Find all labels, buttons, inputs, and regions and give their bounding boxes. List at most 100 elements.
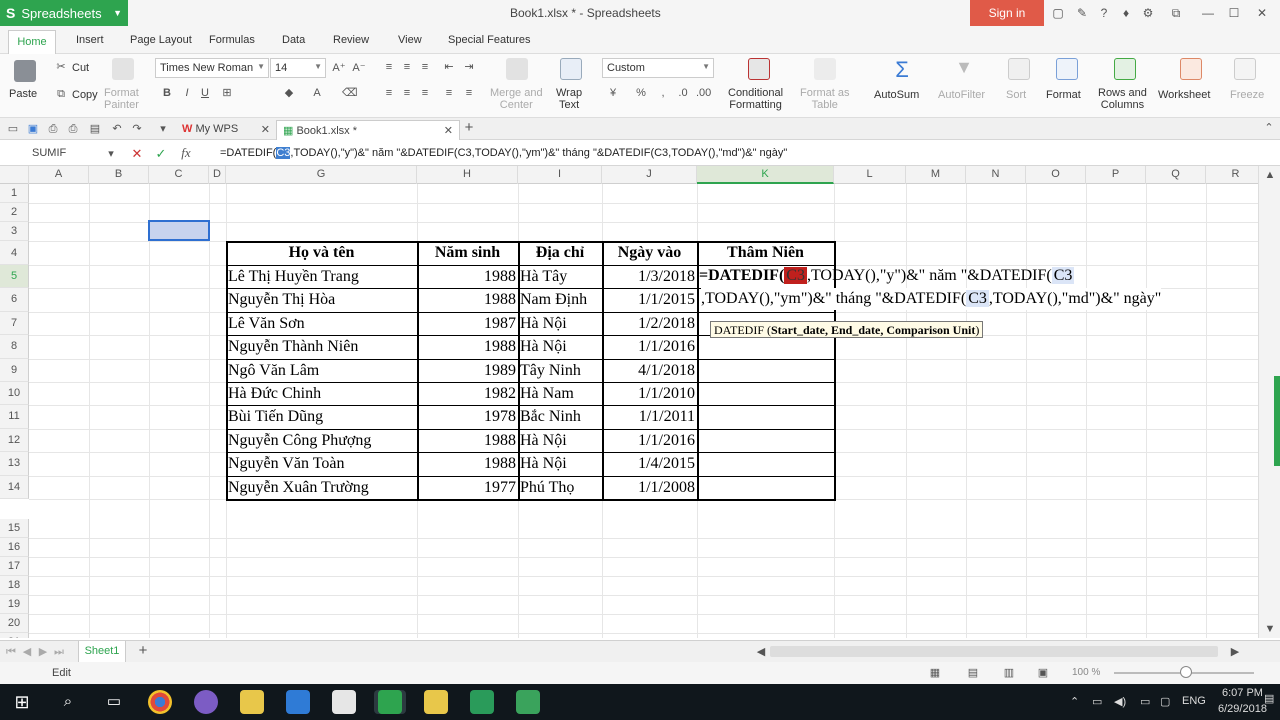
table-cell-empty[interactable] bbox=[697, 476, 834, 499]
row-header[interactable]: 12 bbox=[0, 428, 29, 453]
table-cell-empty[interactable] bbox=[697, 359, 834, 382]
export-icon[interactable]: ▤ bbox=[88, 122, 102, 136]
italic-icon[interactable]: I bbox=[180, 86, 194, 100]
cell-edit-line-2[interactable]: ,TODAY(),"ym")&" tháng "&DATEDIF(C3 ,TODA… bbox=[701, 288, 1162, 310]
last-sheet-icon[interactable]: ⏭ bbox=[52, 645, 66, 659]
row-header[interactable]: 18 bbox=[0, 576, 29, 595]
table-cell[interactable]: Nam Định bbox=[520, 288, 602, 311]
row-header[interactable]: 14 bbox=[0, 475, 29, 499]
table-cell[interactable]: 1/1/2010 bbox=[602, 382, 697, 405]
row-header[interactable]: 21 bbox=[0, 633, 29, 638]
column-header[interactable]: D bbox=[209, 166, 226, 184]
language-indicator[interactable]: ENG bbox=[1182, 695, 1206, 707]
table-cell[interactable]: Hà Nội bbox=[520, 429, 602, 452]
chevron-down-icon[interactable]: ▾ bbox=[104, 147, 118, 161]
table-cell[interactable]: 1/1/2008 bbox=[602, 476, 697, 499]
tshirt-icon[interactable]: ♦ bbox=[1118, 5, 1134, 21]
underline-icon[interactable]: U bbox=[198, 86, 212, 100]
table-cell[interactable]: 1/1/2016 bbox=[602, 335, 697, 358]
save-icon[interactable]: ▣ bbox=[26, 122, 40, 136]
column-header-selected[interactable]: K bbox=[697, 166, 834, 184]
table-cell[interactable]: Lê Thị Huyền Trang bbox=[228, 265, 417, 288]
format-as-table-button[interactable]: Format as Table bbox=[800, 87, 850, 111]
reading-view-icon[interactable]: ▣ bbox=[1036, 666, 1050, 680]
first-sheet-icon[interactable]: ⏮ bbox=[4, 645, 18, 659]
table-header-cell[interactable]: Ngày vào bbox=[602, 241, 697, 265]
minimize-icon[interactable]: — bbox=[1200, 5, 1216, 21]
tab-book1[interactable]: ▦ Book1.xlsx * ✕ bbox=[276, 120, 460, 140]
table-cell-empty[interactable] bbox=[697, 452, 834, 475]
scroll-right-icon[interactable]: ▶ bbox=[1228, 645, 1242, 659]
column-header[interactable]: I bbox=[518, 166, 602, 184]
increase-font-icon[interactable]: A⁺ bbox=[332, 61, 346, 75]
formula-input[interactable]: =DATEDIF(C3,TODAY(),"y")&" năm "&DATEDIF… bbox=[220, 147, 787, 159]
insert-function-icon[interactable]: fx bbox=[176, 146, 196, 160]
name-box[interactable]: SUMIF bbox=[4, 144, 120, 164]
align-top-icon[interactable]: ≡ bbox=[382, 60, 396, 74]
column-header[interactable]: G bbox=[226, 166, 417, 184]
scroll-down-icon[interactable]: ▼ bbox=[1263, 622, 1277, 636]
table-cell[interactable]: 1/1/2011 bbox=[602, 405, 697, 428]
row-header[interactable]: 5 bbox=[0, 265, 29, 289]
table-cell[interactable]: Nguyễn Công Phượng bbox=[228, 429, 417, 452]
chevron-up-icon[interactable]: ⌃ bbox=[1262, 121, 1276, 135]
row-header[interactable]: 3 bbox=[0, 222, 29, 241]
clear-format-icon[interactable]: ⌫ bbox=[342, 86, 358, 100]
table-cell[interactable]: 1/3/2018 bbox=[602, 265, 697, 288]
row-header[interactable]: 9 bbox=[0, 358, 29, 382]
help-icon[interactable]: ? bbox=[1096, 5, 1112, 21]
column-header[interactable]: R bbox=[1206, 166, 1258, 184]
table-cell[interactable]: 1/1/2015 bbox=[602, 288, 697, 311]
zoom-slider-handle[interactable] bbox=[1180, 666, 1192, 678]
row-header[interactable]: 4 bbox=[0, 241, 29, 265]
table-cell[interactable]: Hà Nội bbox=[520, 335, 602, 358]
thousands-icon[interactable]: , bbox=[656, 86, 670, 100]
table-cell[interactable]: Lê Văn Sơn bbox=[228, 312, 417, 335]
app-menu-button[interactable]: S Spreadsheets ▼ bbox=[0, 0, 128, 26]
table-cell[interactable]: 1988 bbox=[417, 452, 518, 475]
column-header[interactable]: J bbox=[602, 166, 697, 184]
tab-view[interactable]: View bbox=[398, 34, 422, 46]
table-cell[interactable]: Nguyễn Xuân Trường bbox=[228, 476, 417, 499]
network-icon[interactable]: ▭ bbox=[1092, 695, 1102, 708]
column-header[interactable]: C bbox=[149, 166, 209, 184]
page-break-view-icon[interactable]: ▥ bbox=[1002, 666, 1016, 680]
table-cell[interactable]: 1978 bbox=[417, 405, 518, 428]
table-cell[interactable]: Bùi Tiến Dũng bbox=[228, 405, 417, 428]
align-middle-icon[interactable]: ≡ bbox=[400, 60, 414, 74]
row-header[interactable]: 13 bbox=[0, 452, 29, 476]
table-cell[interactable]: 1/2/2018 bbox=[602, 312, 697, 335]
table-cell[interactable]: 1982 bbox=[417, 382, 518, 405]
maximize-icon[interactable]: ☐ bbox=[1226, 5, 1242, 21]
print-preview-icon[interactable]: ⎙ bbox=[46, 122, 60, 136]
viber-icon[interactable] bbox=[194, 690, 218, 714]
row-header[interactable]: 8 bbox=[0, 335, 29, 359]
undo-icon[interactable]: ↶ bbox=[110, 122, 124, 136]
close-icon[interactable]: ✕ bbox=[261, 123, 270, 136]
table-cell-empty[interactable] bbox=[697, 382, 834, 405]
folder-icon[interactable]: ▭ bbox=[6, 122, 20, 136]
font-size-select[interactable]: 14 ▼ bbox=[270, 58, 326, 78]
vertical-scrollbar[interactable]: ▲ ▼ bbox=[1258, 166, 1280, 638]
column-header[interactable]: Q bbox=[1146, 166, 1206, 184]
column-header[interactable]: B bbox=[89, 166, 149, 184]
fill-color-icon[interactable]: ◆ bbox=[282, 86, 296, 100]
row-header[interactable]: 15 bbox=[0, 519, 29, 538]
align-center-icon[interactable]: ≡ bbox=[400, 86, 414, 100]
select-all-corner[interactable] bbox=[0, 166, 29, 184]
add-sheet-icon[interactable]: + bbox=[136, 643, 150, 658]
action-center-icon[interactable]: ▤ bbox=[1264, 692, 1274, 705]
column-header[interactable]: L bbox=[834, 166, 906, 184]
table-header-cell[interactable]: Họ và tên bbox=[226, 241, 417, 265]
cell-edit-line-1[interactable]: =DATEDIF(C3 ,TODAY(),"y")&" năm "&DATEDIF… bbox=[699, 265, 1075, 287]
column-header[interactable]: N bbox=[966, 166, 1026, 184]
table-cell[interactable]: Nguyễn Thành Niên bbox=[228, 335, 417, 358]
decrease-font-icon[interactable]: A⁻ bbox=[352, 61, 366, 75]
worksheet-button[interactable]: Worksheet bbox=[1158, 89, 1210, 101]
normal-view-icon[interactable]: ▦ bbox=[928, 666, 942, 680]
row-header[interactable]: 10 bbox=[0, 382, 29, 406]
column-header[interactable]: P bbox=[1086, 166, 1146, 184]
table-cell-empty[interactable] bbox=[697, 335, 834, 358]
align-left-icon[interactable]: ≡ bbox=[382, 86, 396, 100]
increase-decimal-icon[interactable]: .0 bbox=[676, 86, 690, 100]
